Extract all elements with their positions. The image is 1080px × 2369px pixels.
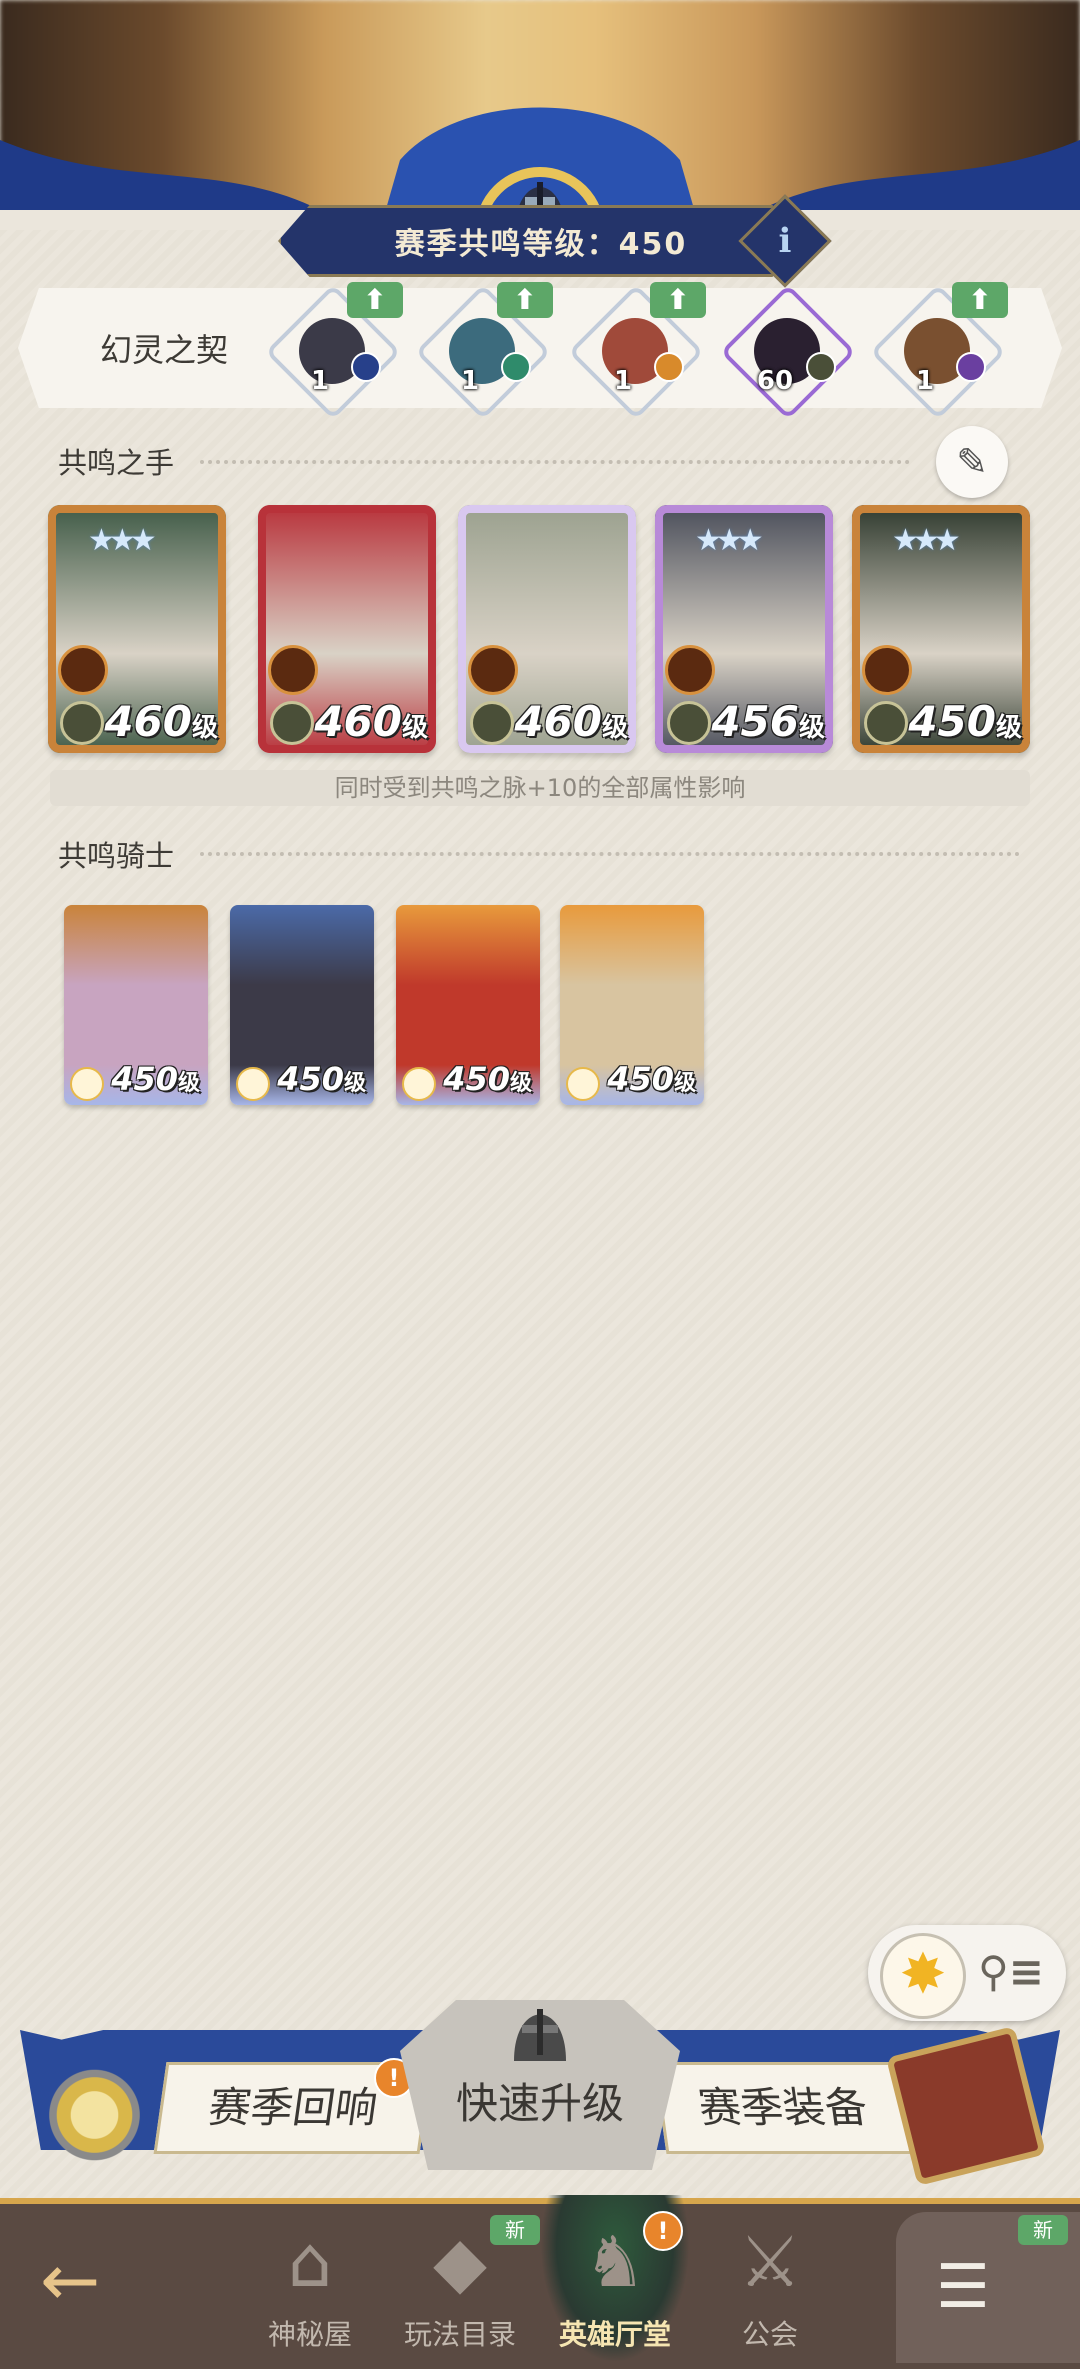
hero-card[interactable]: ★★★ 460级 [48,505,226,753]
nav-item[interactable]: ◆ 玩法目录 新 [380,2205,540,2363]
star-faction-icon [402,1067,436,1101]
hero-card[interactable]: 460级 [258,505,436,753]
nav-icon: ⌂ [287,2221,333,2303]
hero-level: 450级 [908,697,1022,746]
back-arrow-icon[interactable]: ← [40,2240,150,2320]
knight-level-value: 450 [277,1060,344,1098]
knight-level-value: 450 [607,1060,674,1098]
knight-card[interactable]: 450级 [64,905,208,1105]
hero-card[interactable]: 460级 [458,505,636,753]
upgrade-arrow-icon[interactable]: ⬆ [650,282,706,318]
hero-level: 460级 [104,697,218,746]
knight-card[interactable]: 450级 [560,905,704,1105]
level-unit: 级 [673,1071,696,1096]
faction-icon [665,645,715,695]
resonance-hint-text: 同时受到共鸣之脉+10的全部属性影响 [50,770,1030,806]
level-unit: 级 [177,1071,200,1096]
hero-level-value: 460 [314,697,402,746]
star-faction-icon [70,1067,104,1101]
knight-level: 450级 [443,1060,532,1098]
star-faction-icon [236,1067,270,1101]
nav-label: 玩法目录 [403,2318,516,2351]
faction-icon [58,645,108,695]
hero-level: 460级 [514,697,628,746]
helmet-icon [514,2009,566,2061]
faction-icon [862,645,912,695]
divider [200,852,1020,856]
contract-level: 1 [310,366,330,396]
info-icon: i [778,221,792,261]
level-unit: 级 [601,713,628,743]
contract-slot[interactable]: 1 ⬆ [870,282,1008,420]
signature-item-icon [270,701,314,745]
nav-item[interactable]: ♞ 英雄厅堂! [535,2205,695,2363]
knight-card[interactable]: 450级 [230,905,374,1105]
knight-level: 450级 [111,1060,200,1098]
star-faction-icon [566,1067,600,1101]
hero-level: 456级 [711,697,825,746]
level-unit: 级 [798,713,825,743]
upgrade-arrow-icon[interactable]: ⬆ [347,282,403,318]
hero-level-value: 460 [514,697,602,746]
nav-icon: ◆ [433,2221,487,2303]
nav-label: 英雄厅堂 [558,2318,671,2351]
new-badge: 新 [490,2215,540,2245]
hero-level-value: 456 [711,697,799,746]
contract-label: 幻灵之契 [100,331,229,369]
contract-slot[interactable]: 60 [720,284,856,420]
hero-card[interactable]: ★★★ 456级 [655,505,833,753]
quick-upgrade-label: 快速升级 [455,2079,624,2128]
level-unit: 级 [995,713,1022,743]
hero-card[interactable]: ★★★ 450级 [852,505,1030,753]
hall-alert-badge: ! [643,2211,683,2251]
resonance-hands-title: 共鸣之手 [58,446,175,480]
hero-level-value: 460 [104,697,192,746]
upgrade-arrow-icon[interactable]: ⬆ [952,282,1008,318]
ascension-stars-icon: ★★★ [695,523,764,558]
level-unit: 级 [401,713,428,743]
season-gear-label: 赛季装备 [695,2083,871,2132]
nav-icon: ⚔ [738,2221,802,2303]
resonance-knights-title: 共鸣骑士 [58,839,175,873]
knight-level: 450级 [607,1060,696,1098]
contract-level: 1 [915,366,935,396]
level-unit: 级 [509,1071,532,1096]
ascension-stars-icon: ★★★ [88,523,157,558]
knight-level-value: 450 [443,1060,510,1098]
contract-level: 60 [756,366,794,396]
divider [200,460,910,464]
faction-icon [268,645,318,695]
quill-edit-button[interactable]: ✎ [936,426,1008,498]
season-gear-button[interactable]: 赛季装备 [653,2062,913,2154]
knight-card[interactable]: 450级 [396,905,540,1105]
faction-icon [468,645,518,695]
quill-icon: ✎ [956,440,988,484]
hero-level-value: 450 [908,697,996,746]
season-resonance-level: 赛季共鸣等级：450 [278,205,804,277]
nav-item[interactable]: ⌂ 神秘屋 [230,2205,390,2363]
contract-slot[interactable]: 1 ⬆ [415,282,553,420]
signature-item-icon [864,701,908,745]
level-unit: 级 [191,713,218,743]
signature-item-icon [60,701,104,745]
nav-label: 神秘屋 [267,2318,352,2351]
season-level-text: 赛季共鸣等级：450 [394,227,688,262]
knight-level-value: 450 [111,1060,178,1098]
signature-item-icon [667,701,711,745]
signature-item-icon [470,701,514,745]
contract-level: 1 [460,366,480,396]
menu-icon: ☰ [936,2252,990,2322]
nav-item[interactable]: ⚔ 公会 [690,2205,850,2363]
hero-level: 460级 [314,697,428,746]
nav-label: 公会 [741,2318,798,2351]
contract-level: 1 [613,366,633,396]
contract-slot[interactable]: 1 ⬆ [568,282,706,420]
echo-relic-icon[interactable] [36,2055,166,2175]
menu-new-badge: 新 [1018,2215,1068,2245]
upgrade-arrow-icon[interactable]: ⬆ [497,282,553,318]
level-unit: 级 [343,1071,366,1096]
contract-slot[interactable]: 1 ⬆ [265,282,403,420]
knight-level: 450级 [277,1060,366,1098]
ascension-stars-icon: ★★★ [892,523,961,558]
